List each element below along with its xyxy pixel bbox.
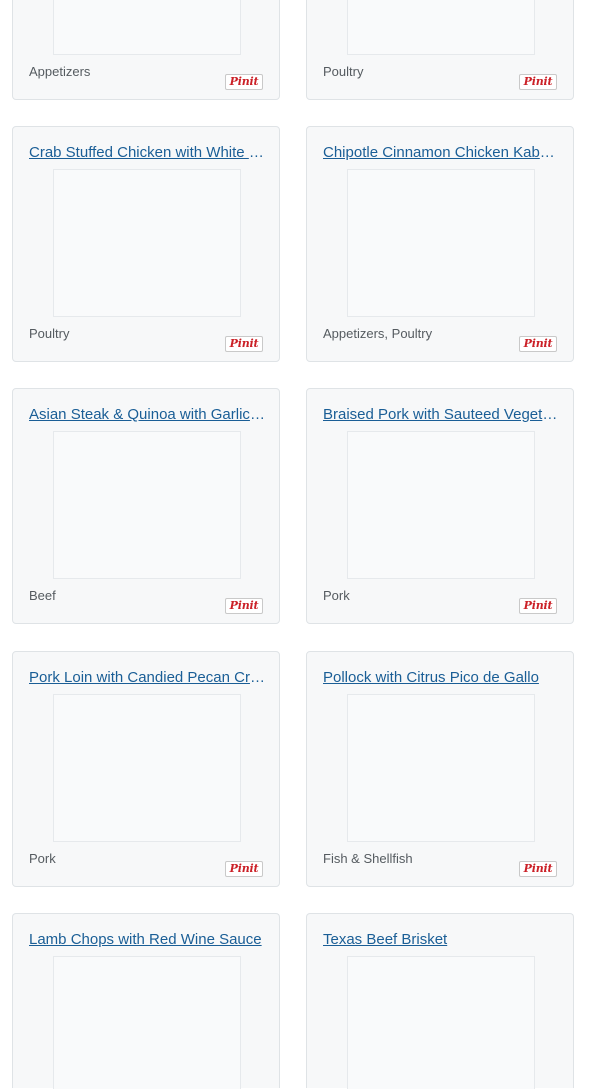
pinterest-pin-label: Pinit bbox=[523, 599, 553, 612]
recipe-category: Fish & Shellfish bbox=[323, 851, 413, 866]
recipe-image[interactable] bbox=[53, 0, 241, 55]
pinterest-pin-button[interactable]: Pinit bbox=[519, 336, 557, 352]
recipe-title-link[interactable]: Crab Stuffed Chicken with White Wine Sau… bbox=[29, 144, 265, 162]
pinterest-pin-button[interactable]: Pinit bbox=[519, 74, 557, 90]
recipe-image[interactable] bbox=[347, 694, 535, 842]
recipe-category: Poultry bbox=[29, 326, 70, 341]
recipe-card[interactable]: Chipotle Cinnamon Chicken Kabobs Appetiz… bbox=[306, 126, 574, 362]
pinterest-pin-label: Pinit bbox=[229, 599, 259, 612]
pinterest-pin-label: Pinit bbox=[229, 75, 259, 88]
pinterest-pin-label: Pinit bbox=[523, 337, 553, 350]
pinterest-pin-button[interactable]: Pinit bbox=[519, 598, 557, 614]
pinterest-pin-label: Pinit bbox=[229, 862, 259, 875]
recipe-title-link[interactable]: Pollock with Citrus Pico de Gallo bbox=[323, 669, 559, 687]
recipe-card[interactable]: Texas Beef Brisket bbox=[306, 913, 574, 1089]
pinterest-pin-label: Pinit bbox=[523, 75, 553, 88]
recipe-card[interactable]: Pollock with Citrus Pico de Gallo Fish &… bbox=[306, 651, 574, 887]
pinterest-pin-button[interactable]: Pinit bbox=[225, 336, 263, 352]
recipe-image[interactable] bbox=[347, 0, 535, 55]
recipe-title-link[interactable]: Asian Steak & Quinoa with Garlic Green B… bbox=[29, 406, 265, 424]
pinterest-pin-button[interactable]: Pinit bbox=[225, 598, 263, 614]
pinterest-pin-label: Pinit bbox=[229, 337, 259, 350]
recipe-image[interactable] bbox=[53, 431, 241, 579]
recipe-card[interactable]: Lamb Chops with Red Wine Sauce bbox=[12, 913, 280, 1089]
recipe-image[interactable] bbox=[53, 956, 241, 1089]
recipe-image[interactable] bbox=[347, 169, 535, 317]
pinterest-pin-button[interactable]: Pinit bbox=[225, 861, 263, 877]
recipe-card[interactable]: Braised Pork with Sauteed Vegetables Por… bbox=[306, 388, 574, 624]
recipe-card[interactable]: Crab Stuffed Chicken with White Wine Sau… bbox=[12, 126, 280, 362]
recipe-image[interactable] bbox=[347, 431, 535, 579]
recipe-category: Pork bbox=[29, 851, 56, 866]
recipe-card[interactable]: Asian Steak & Quinoa with Garlic Green B… bbox=[12, 388, 280, 624]
recipe-card[interactable]: Appetizers Pinit bbox=[12, 0, 280, 100]
recipe-image[interactable] bbox=[53, 694, 241, 842]
recipe-image[interactable] bbox=[53, 169, 241, 317]
recipe-category: Poultry bbox=[323, 64, 364, 79]
pinterest-pin-button[interactable]: Pinit bbox=[225, 74, 263, 90]
recipe-title-link[interactable]: Braised Pork with Sauteed Vegetables bbox=[323, 406, 559, 424]
pinterest-pin-button[interactable]: Pinit bbox=[519, 861, 557, 877]
recipe-image[interactable] bbox=[347, 956, 535, 1089]
recipe-card[interactable]: Pork Loin with Candied Pecan Crust Pork … bbox=[12, 651, 280, 887]
recipe-category: Appetizers, Poultry bbox=[323, 326, 433, 341]
recipe-category: Beef bbox=[29, 588, 56, 603]
recipe-title-link[interactable]: Pork Loin with Candied Pecan Crust bbox=[29, 669, 265, 687]
recipe-title-link[interactable]: Texas Beef Brisket bbox=[323, 931, 559, 949]
recipe-card[interactable]: Poultry Pinit bbox=[306, 0, 574, 100]
pinterest-pin-label: Pinit bbox=[523, 862, 553, 875]
recipe-title-link[interactable]: Chipotle Cinnamon Chicken Kabobs bbox=[323, 144, 559, 162]
recipe-category: Pork bbox=[323, 588, 350, 603]
recipe-category: Appetizers bbox=[29, 64, 91, 79]
recipe-title-link[interactable]: Lamb Chops with Red Wine Sauce bbox=[29, 931, 265, 949]
